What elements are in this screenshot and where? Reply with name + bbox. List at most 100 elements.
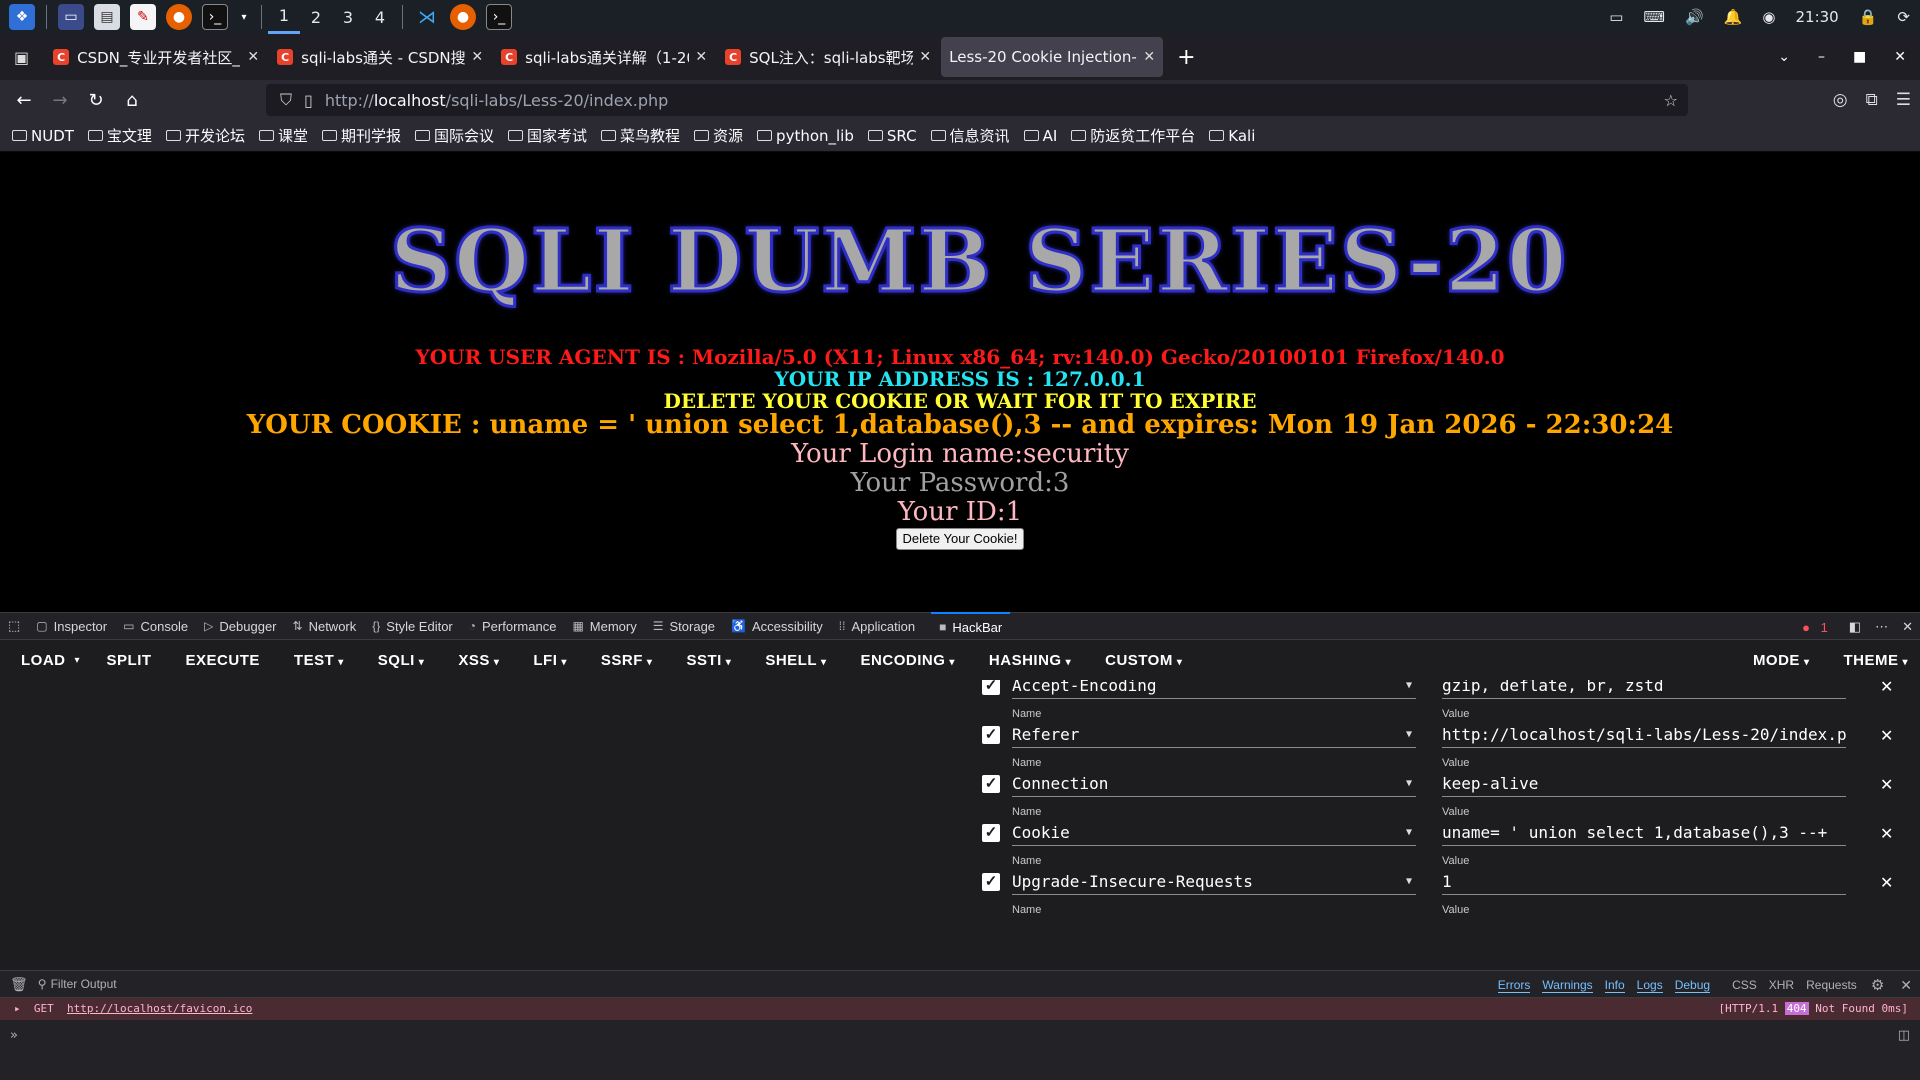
remove-header-icon[interactable]: ✕ [1880, 775, 1893, 795]
bookmark-folder[interactable]: SRC [867, 127, 917, 145]
close-tab-icon[interactable]: ✕ [919, 49, 931, 65]
bookmark-folder[interactable]: NUDT [12, 127, 74, 145]
delete-cookie-button[interactable]: Delete Your Cookie! [896, 528, 1024, 550]
tab-accessibility[interactable]: ♿ Accessibility [731, 619, 823, 634]
filter-warnings[interactable]: Warnings [1542, 978, 1593, 993]
workspace-2[interactable]: 2 [300, 0, 332, 34]
header-name-field[interactable]: Accept-Encoding ▼ [1012, 680, 1416, 699]
close-tab-icon[interactable]: ✕ [471, 49, 483, 65]
dropdown-arrow-icon[interactable]: ▼ [1406, 820, 1412, 845]
forward-icon[interactable]: → [42, 90, 78, 111]
remove-header-icon[interactable]: ✕ [1880, 873, 1893, 893]
hackbar-ssrf-menu[interactable]: SSRF ▾ [601, 652, 653, 669]
hackbar-split-button[interactable]: SPLIT [107, 652, 152, 669]
bookmark-folder[interactable]: AI [1023, 127, 1057, 145]
clock[interactable]: 21:30 [1796, 8, 1839, 26]
hackbar-lfi-menu[interactable]: LFI ▾ [533, 652, 567, 669]
tab-overview-icon[interactable]: ▣ [14, 48, 29, 67]
hackbar-ssti-menu[interactable]: SSTI ▾ [686, 652, 731, 669]
browser-tab[interactable]: C sqli-labs通关详解（1-20关 ✕ [493, 37, 715, 77]
chevron-down-icon[interactable]: ▾ [238, 4, 250, 30]
filter-logs[interactable]: Logs [1636, 978, 1663, 993]
bookmark-folder[interactable]: 国家考试 [508, 125, 587, 146]
console-prompt-icon[interactable]: » [10, 1028, 18, 1043]
workspace-4[interactable]: 4 [364, 0, 396, 34]
reload-icon[interactable]: ↻ [78, 90, 114, 111]
console-log-row[interactable]: ▸ GET http://localhost/favicon.ico [HTTP… [0, 998, 1920, 1020]
desktop-icon[interactable]: ▭ [58, 4, 84, 30]
power-icon[interactable]: ⟳ [1897, 8, 1910, 26]
bookmark-folder[interactable]: python_lib [757, 127, 854, 145]
bookmark-folder[interactable]: 防返贫工作平台 [1071, 125, 1195, 146]
settings-gear-icon[interactable]: ⚙ [1871, 976, 1884, 994]
remove-header-icon[interactable]: ✕ [1880, 824, 1893, 844]
menu-icon[interactable]: ☰ [1896, 90, 1911, 110]
header-value-field[interactable]: uname= ' union select 1,database(),3 --+ [1442, 820, 1846, 846]
editor-mode-icon[interactable]: ◫ [1898, 1028, 1910, 1043]
hackbar-encoding-menu[interactable]: ENCODING ▾ [861, 652, 955, 669]
filter-css[interactable]: CSS [1732, 978, 1757, 992]
filter-errors[interactable]: Errors [1497, 978, 1531, 993]
display-icon[interactable]: ▭ [1609, 8, 1623, 26]
url-bar[interactable]: ⛉ ▯ http:// localhost /sqli-labs/Less-20… [266, 84, 1688, 116]
volume-icon[interactable]: 🔊 [1685, 8, 1704, 26]
close-window-icon[interactable]: ✕ [1894, 49, 1906, 65]
bookmark-folder[interactable]: 国际会议 [414, 125, 494, 146]
keyboard-icon[interactable]: ⌨ [1643, 8, 1665, 26]
new-tab-icon[interactable]: + [1177, 45, 1195, 70]
notification-bell-icon[interactable]: 🔔 [1724, 8, 1743, 26]
workspace-1[interactable]: 1 [268, 0, 300, 34]
minimize-icon[interactable]: – [1818, 49, 1825, 65]
header-name-field[interactable]: Upgrade-Insecure-Requests ▼ [1012, 869, 1416, 895]
header-enabled-checkbox[interactable]: ✓ [982, 775, 1000, 793]
maximize-icon[interactable]: ■ [1853, 49, 1866, 65]
tab-performance[interactable]: ◔ Performance [469, 619, 557, 634]
lock-icon[interactable]: 🔒 [1859, 8, 1878, 26]
dropdown-arrow-icon[interactable]: ▼ [1406, 680, 1412, 698]
filter-requests[interactable]: Requests [1806, 978, 1857, 992]
firefox-running-icon[interactable]: ● [450, 4, 476, 30]
bookmark-folder[interactable]: 课堂 [258, 125, 308, 146]
close-devtools-icon[interactable]: ✕ [1902, 619, 1913, 635]
terminal-icon[interactable]: ›_ [202, 4, 228, 30]
app-launcher-icon[interactable]: ❖ [9, 4, 35, 30]
filter-output-input[interactable]: Filter Output [51, 977, 117, 991]
remove-header-icon[interactable]: ✕ [1880, 680, 1893, 697]
header-enabled-checkbox[interactable]: ✓ [982, 680, 1000, 695]
list-all-tabs-icon[interactable]: ⌄ [1778, 49, 1790, 65]
remove-header-icon[interactable]: ✕ [1880, 726, 1893, 746]
dropdown-arrow-icon[interactable]: ▼ [1406, 722, 1412, 747]
tab-debugger[interactable]: ▷ Debugger [204, 619, 276, 634]
page-info-icon[interactable]: ▯ [304, 91, 313, 110]
tab-application[interactable]: ⁞⁞ Application [839, 619, 915, 634]
more-options-icon[interactable]: ⋯ [1875, 619, 1888, 635]
shield-icon[interactable]: ⛉ [280, 90, 292, 110]
tab-inspector[interactable]: ▢ Inspector [36, 619, 107, 634]
header-value-field[interactable]: keep-alive [1442, 771, 1846, 797]
hackbar-load-button[interactable]: LOAD [21, 652, 66, 669]
error-count-badge[interactable]: ● 1 [1802, 620, 1835, 635]
filter-debug[interactable]: Debug [1674, 978, 1711, 993]
filter-info[interactable]: Info [1604, 978, 1625, 993]
hackbar-mode-menu[interactable]: MODE ▾ [1753, 652, 1810, 669]
element-picker-icon[interactable]: ⬚ [8, 618, 20, 634]
tab-style-editor[interactable]: {} Style Editor [372, 619, 453, 634]
header-value-field[interactable]: 1 [1442, 869, 1846, 895]
tab-storage[interactable]: ☰ Storage [653, 619, 715, 634]
header-enabled-checkbox[interactable]: ✓ [982, 824, 1000, 842]
dropdown-arrow-icon[interactable]: ▼ [1406, 771, 1412, 796]
tab-console[interactable]: ▭ Console [123, 619, 188, 634]
browser-tab[interactable]: C sqli-labs通关 - CSDN搜索 ✕ [269, 37, 491, 77]
firefox-icon[interactable]: ● [166, 4, 192, 30]
hackbar-hashing-menu[interactable]: HASHING ▾ [989, 652, 1071, 669]
filter-xhr[interactable]: XHR [1769, 978, 1794, 992]
text-editor-icon[interactable]: ✎ [130, 4, 156, 30]
hackbar-shell-menu[interactable]: SHELL ▾ [765, 652, 826, 669]
extensions-icon[interactable]: ⧉ [1866, 90, 1878, 110]
hackbar-test-menu[interactable]: TEST ▾ [294, 652, 344, 669]
vscode-icon[interactable]: ⋊ [414, 4, 440, 30]
hackbar-xss-menu[interactable]: XSS ▾ [458, 652, 499, 669]
browser-tab[interactable]: C SQL注入：sqli-labs靶场通 ✕ [717, 37, 939, 77]
close-split-console-icon[interactable]: ✕ [1900, 977, 1912, 994]
trash-icon[interactable]: 🗑 [10, 976, 28, 993]
